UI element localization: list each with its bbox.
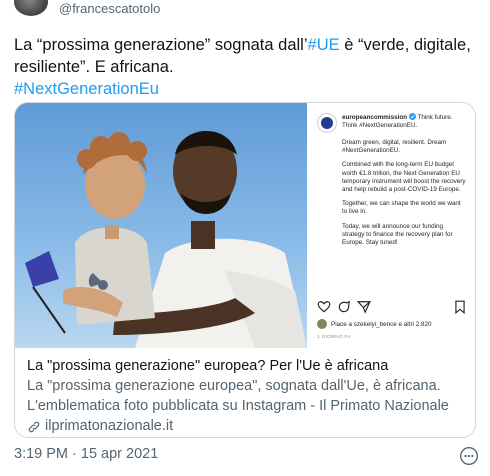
card-image[interactable]: europeancommission Think future. Think #… bbox=[15, 103, 475, 348]
tweet-line-2: resiliente”. E africana. bbox=[14, 58, 174, 76]
ig-account-name: europeancommission bbox=[342, 114, 408, 121]
heart-icon[interactable] bbox=[317, 300, 331, 314]
tweet-line-1: La “prossima generazione” sognata dall’#… bbox=[14, 34, 480, 56]
hashtag-ue[interactable]: #UE bbox=[308, 36, 340, 54]
tweet-text: La “prossima generazione” sognata dall’#… bbox=[14, 34, 480, 100]
more-icon[interactable] bbox=[459, 446, 479, 466]
card-description-line-2: L'emblematica foto pubblicata su Instagr… bbox=[27, 398, 449, 414]
tweet-header: @francescatotolo bbox=[14, 0, 474, 22]
hashtag-nextgenerationeu[interactable]: #NextGenerationEu bbox=[14, 78, 480, 100]
liker-avatar bbox=[317, 319, 327, 329]
tweet-timestamp[interactable]: 3:19 PM · 15 apr 2021 bbox=[14, 446, 158, 462]
card-body[interactable]: La "prossima generazione" europea? Per l… bbox=[15, 349, 475, 436]
european-commission-logo bbox=[317, 113, 337, 133]
tweet-line-1-prefix: La “prossima generazione” sognata dall’ bbox=[14, 36, 308, 54]
ig-caption: Dream green, digital, resilient. Dream #… bbox=[317, 139, 467, 247]
ig-caption-line: Together, we can shape the world we want… bbox=[342, 200, 461, 216]
share-icon[interactable] bbox=[357, 300, 371, 314]
card-title[interactable]: La "prossima generazione" europea? Per l… bbox=[27, 357, 465, 376]
ig-action-bar bbox=[317, 300, 467, 314]
instagram-post-panel: europeancommission Think future. Think #… bbox=[307, 103, 475, 348]
photo-illustration bbox=[15, 103, 307, 348]
photo-father-and-child bbox=[15, 103, 307, 348]
ig-likes-text: Piace a szekelyi_bence e altri 2.820 bbox=[331, 320, 432, 328]
verified-badge-icon bbox=[408, 113, 416, 120]
ig-caption-line: Combined with the long-term EU budget wo… bbox=[342, 161, 466, 194]
card-description-line-1: La "prossima generazione europea", sogna… bbox=[27, 378, 441, 394]
tweet-line-1-suffix: è “verde, digitale, bbox=[339, 36, 471, 54]
ig-caption-line: Today, we will announce our funding stra… bbox=[342, 222, 453, 247]
card-domain-text: ilprimatonazionale.it bbox=[45, 418, 174, 434]
ig-caption-line: Dream green, digital, resilient. Dream #… bbox=[342, 139, 447, 155]
card-domain[interactable]: ilprimatonazionale.it bbox=[27, 417, 465, 436]
ig-date: 1 GIORNO FA bbox=[317, 335, 351, 340]
toy bbox=[98, 280, 108, 290]
link-card[interactable]: europeancommission Think future. Think #… bbox=[14, 102, 476, 438]
ig-likes: Piace a szekelyi_bence e altri 2.820 bbox=[317, 319, 431, 329]
comment-icon[interactable] bbox=[337, 300, 351, 314]
avatar[interactable] bbox=[14, 0, 48, 16]
link-icon bbox=[28, 421, 40, 432]
user-handle[interactable]: @francescatotolo bbox=[59, 1, 160, 16]
bookmark-icon[interactable] bbox=[453, 300, 467, 314]
